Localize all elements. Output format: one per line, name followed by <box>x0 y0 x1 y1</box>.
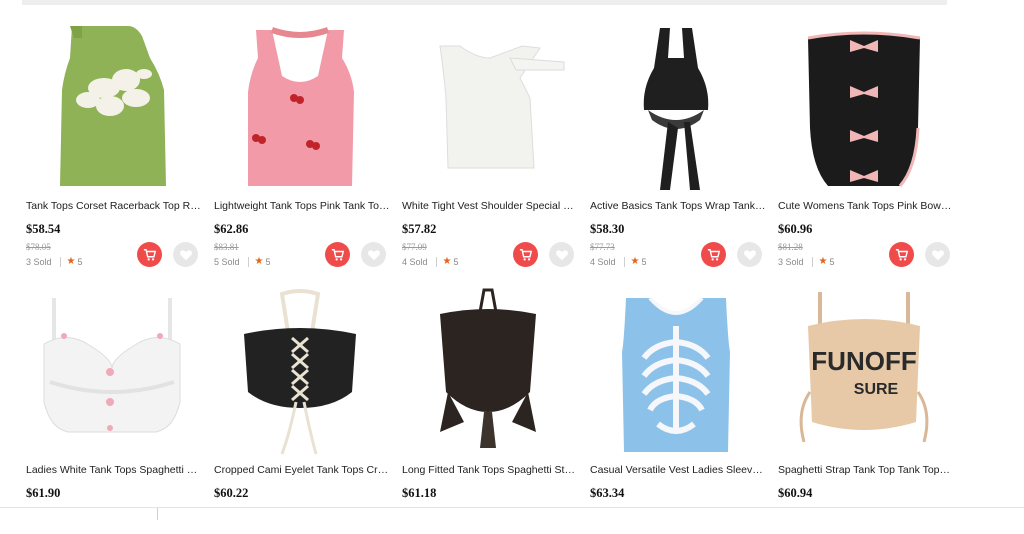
product-title[interactable]: Lightweight Tank Tops Pink Tank Top... <box>214 200 390 212</box>
product-title[interactable]: Cute Womens Tank Tops Pink Bow-k... <box>778 200 954 212</box>
product-card[interactable]: Cute Womens Tank Tops Pink Bow-k... $60.… <box>774 0 956 270</box>
cart-icon <box>707 248 720 261</box>
cart-icon <box>895 248 908 261</box>
product-card[interactable]: White Tight Vest Shoulder Special D... $… <box>398 0 580 270</box>
product-price: $62.86 <box>214 222 249 236</box>
heart-icon <box>367 249 380 260</box>
product-image[interactable] <box>776 18 952 194</box>
print-text-line-1: FUNOFF <box>811 346 916 376</box>
product-image[interactable] <box>400 282 576 458</box>
product-price: $60.22 <box>214 486 249 500</box>
product-title[interactable]: White Tight Vest Shoulder Special D... <box>402 200 578 212</box>
product-card[interactable]: Casual Versatile Vest Ladies Sleevel... … <box>586 264 768 534</box>
product-grid: Tank Tops Corset Racerback Top Ro... $58… <box>22 0 962 519</box>
product-title[interactable]: Casual Versatile Vest Ladies Sleevel... <box>590 464 766 476</box>
heart-icon <box>179 249 192 260</box>
product-price: $60.94 <box>778 486 813 500</box>
product-image[interactable]: FUNOFF SURE <box>776 282 952 458</box>
product-image[interactable] <box>212 282 388 458</box>
product-card[interactable]: Tank Tops Corset Racerback Top Ro... $58… <box>22 0 204 270</box>
heart-icon <box>743 249 756 260</box>
heart-icon <box>931 249 944 260</box>
product-title[interactable]: Active Basics Tank Tops Wrap Tank ... <box>590 200 766 212</box>
product-card[interactable]: Cropped Cami Eyelet Tank Tops Cris... $6… <box>210 264 392 534</box>
original-price: $78.05 <box>26 242 51 252</box>
product-title[interactable]: Spaghetti Strap Tank Top Tank Tops ... <box>778 464 954 476</box>
original-price: $81.28 <box>778 242 803 252</box>
product-price: $63.34 <box>590 486 625 500</box>
heart-icon <box>555 249 568 260</box>
product-price: $61.18 <box>402 486 437 500</box>
product-image[interactable] <box>24 18 200 194</box>
product-card[interactable]: FUNOFF SURE Spaghetti Strap Tank Top Tan… <box>774 264 956 534</box>
original-price: $83.81 <box>214 242 239 252</box>
product-image[interactable] <box>588 18 764 194</box>
original-price: $77.73 <box>590 242 615 252</box>
product-title[interactable]: Long Fitted Tank Tops Spaghetti Stra... <box>402 464 578 476</box>
product-image[interactable] <box>24 282 200 458</box>
product-card[interactable]: Long Fitted Tank Tops Spaghetti Stra... … <box>398 264 580 534</box>
product-price: $58.30 <box>590 222 625 236</box>
bottom-bar <box>0 507 1024 520</box>
product-price: $57.82 <box>402 222 437 236</box>
product-price: $60.96 <box>778 222 813 236</box>
product-card[interactable]: Ladies White Tank Tops Spaghetti St... $… <box>22 264 204 534</box>
cart-icon <box>519 248 532 261</box>
product-card[interactable]: Lightweight Tank Tops Pink Tank Top... $… <box>210 0 392 270</box>
product-image[interactable] <box>588 282 764 458</box>
print-text-line-2: SURE <box>854 381 899 398</box>
product-title[interactable]: Cropped Cami Eyelet Tank Tops Cris... <box>214 464 390 476</box>
product-price: $58.54 <box>26 222 61 236</box>
product-title[interactable]: Tank Tops Corset Racerback Top Ro... <box>26 200 202 212</box>
product-image[interactable] <box>212 18 388 194</box>
cart-icon <box>331 248 344 261</box>
original-price: $77.09 <box>402 242 427 252</box>
product-card[interactable]: Active Basics Tank Tops Wrap Tank ... $5… <box>586 0 768 270</box>
product-title[interactable]: Ladies White Tank Tops Spaghetti St... <box>26 464 202 476</box>
bottom-divider <box>157 508 158 520</box>
product-image[interactable] <box>400 18 576 194</box>
cart-icon <box>143 248 156 261</box>
product-price: $61.90 <box>26 486 61 500</box>
